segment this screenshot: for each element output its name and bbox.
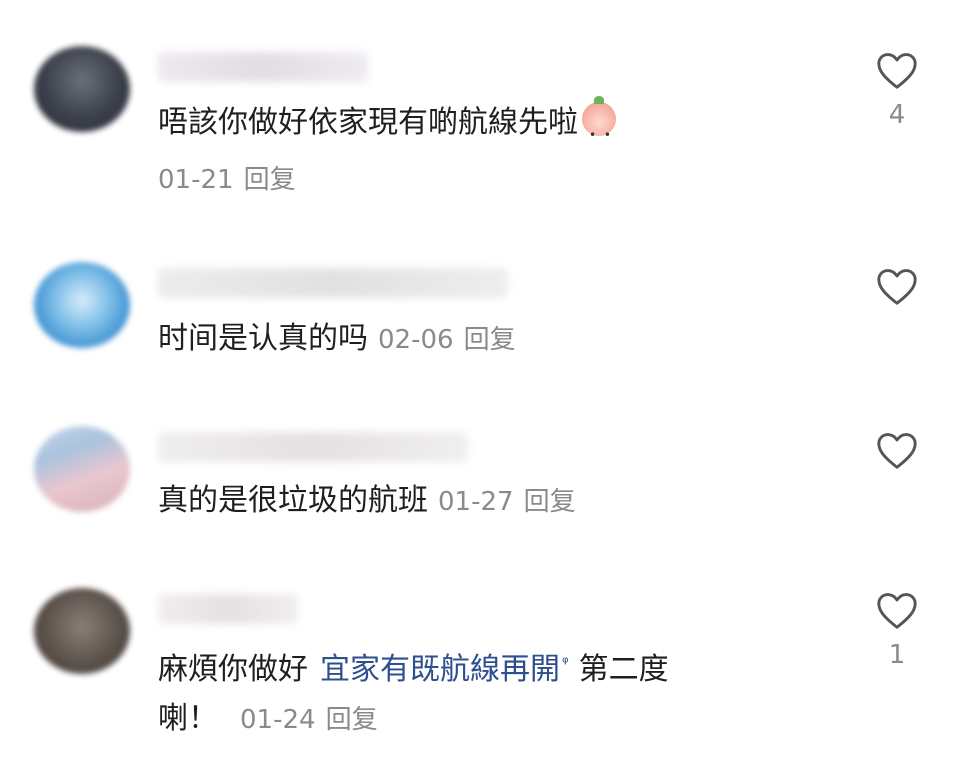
comment-text: 麻煩你做好 宜家有既航線再開 ᵠ 第二度: [158, 636, 800, 697]
like-button[interactable]: 1: [870, 590, 924, 670]
username-blurred[interactable]: [158, 52, 368, 82]
reply-button[interactable]: 回复: [524, 487, 576, 517]
baby-face-emoji-icon: [582, 96, 616, 162]
comment-meta: 01-21 回复: [158, 160, 296, 200]
search-link[interactable]: 宜家有既航線再開 ᵠ: [320, 652, 569, 687]
reply-button[interactable]: 回复: [244, 165, 296, 195]
comment-body: 唔該你做好依家現有啲航線先啦: [158, 105, 578, 140]
username-blurred[interactable]: [158, 268, 508, 298]
heart-outline-icon: [877, 269, 917, 305]
comment-body-line2: 喇！: [158, 701, 218, 736]
heart-outline-icon: [877, 53, 917, 89]
comment-date: 02-06: [378, 325, 454, 355]
like-button[interactable]: 4: [870, 50, 924, 130]
like-button[interactable]: [870, 266, 924, 316]
reply-button[interactable]: 回复: [326, 705, 378, 735]
avatar[interactable]: [34, 426, 130, 512]
comment-date: 01-27: [438, 487, 514, 517]
avatar[interactable]: [34, 262, 130, 348]
search-icon: ᵠ: [562, 653, 569, 672]
comment-body-continued: 第二度: [578, 652, 669, 687]
comment-body: 真的是很垃圾的航班: [158, 483, 428, 518]
heart-outline-icon: [877, 593, 917, 629]
comment-date: 01-24: [240, 705, 316, 735]
comment-text: 真的是很垃圾的航班 01-27 回复: [158, 474, 800, 529]
reply-button[interactable]: 回复: [464, 325, 516, 355]
heart-outline-icon: [877, 433, 917, 469]
like-count: 1: [888, 640, 906, 670]
username-blurred[interactable]: [158, 594, 298, 624]
comment-text: 时间是认真的吗 02-06 回复: [158, 312, 800, 367]
comment-body: 时间是认真的吗: [158, 321, 368, 356]
comment-date: 01-21: [158, 165, 234, 195]
search-link-label: 宜家有既航線再開: [320, 652, 560, 687]
like-count: 4: [888, 100, 906, 130]
username-blurred[interactable]: [158, 432, 468, 462]
comment-text: 唔該你做好依家現有啲航線先啦: [158, 96, 800, 162]
avatar[interactable]: [34, 46, 130, 132]
comment-text-line2: 喇！ 01-24 回复: [158, 692, 800, 747]
avatar[interactable]: [34, 588, 130, 674]
like-button[interactable]: [870, 430, 924, 480]
comment-body: 麻煩你做好: [158, 652, 308, 687]
